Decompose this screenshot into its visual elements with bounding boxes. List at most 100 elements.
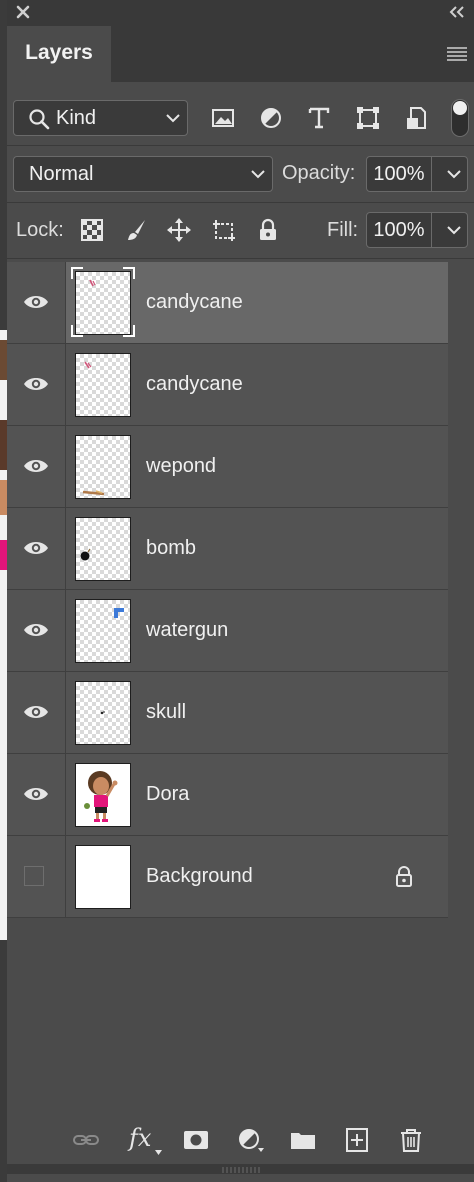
layer-name[interactable]: candycane bbox=[146, 373, 243, 396]
adjustment-filter-icon[interactable] bbox=[257, 104, 285, 132]
link-layers-icon[interactable] bbox=[72, 1127, 100, 1153]
layer-name[interactable]: skull bbox=[146, 701, 186, 724]
dropdown-caret-icon bbox=[155, 1150, 162, 1155]
canvas-edge bbox=[0, 0, 7, 1182]
type-filter-icon[interactable] bbox=[305, 104, 333, 132]
layer-row[interactable]: candycane bbox=[7, 262, 448, 344]
fill-field[interactable]: 100% bbox=[366, 212, 468, 248]
thumbnail-art bbox=[82, 490, 105, 496]
layer-row[interactable]: skull bbox=[7, 672, 448, 754]
chevron-down-icon[interactable] bbox=[446, 169, 462, 179]
visibility-cell bbox=[7, 508, 66, 589]
lock-icon[interactable] bbox=[394, 866, 414, 888]
search-icon bbox=[29, 109, 50, 130]
lock-all-icon[interactable] bbox=[255, 217, 281, 243]
filter-toggle-knob bbox=[453, 101, 467, 115]
layer-row[interactable]: Background bbox=[7, 836, 448, 918]
layer-thumbnail bbox=[75, 599, 131, 663]
filter-toggle-icon[interactable] bbox=[451, 99, 469, 137]
layers-panel: Layers Kind Normal Opacity: 100% Lock: F… bbox=[7, 0, 474, 1182]
kind-filter-label: Kind bbox=[56, 107, 97, 129]
layer-name[interactable]: Background bbox=[146, 865, 253, 888]
add-mask-icon[interactable] bbox=[182, 1127, 210, 1153]
layer-thumbnail bbox=[75, 271, 131, 335]
thumbnail-art bbox=[80, 548, 91, 561]
layer-row[interactable]: bomb bbox=[7, 508, 448, 590]
lock-label: Lock: bbox=[16, 219, 64, 241]
layer-thumbnail bbox=[75, 763, 131, 827]
layers-list-empty-area bbox=[7, 920, 448, 1122]
layer-row[interactable]: wepond bbox=[7, 426, 448, 508]
list-scroll-gutter bbox=[448, 262, 474, 1122]
fx-label: fx bbox=[129, 1124, 152, 1152]
thumbnail-art bbox=[89, 279, 96, 287]
thumbnail-art bbox=[84, 361, 92, 369]
smart-object-filter-icon[interactable] bbox=[403, 104, 431, 132]
layer-name[interactable]: Dora bbox=[146, 783, 189, 806]
fill-value[interactable]: 100% bbox=[367, 213, 432, 247]
thumbnail-art bbox=[76, 764, 130, 826]
layer-row[interactable]: Dora bbox=[7, 754, 448, 836]
panel-menu-icon[interactable] bbox=[446, 46, 468, 62]
layer-name[interactable]: bomb bbox=[146, 537, 196, 560]
visibility-cell bbox=[7, 754, 66, 835]
layer-name[interactable]: watergun bbox=[146, 619, 228, 642]
panel-tab-row: Layers bbox=[7, 26, 474, 82]
double-chevron-left-icon[interactable] bbox=[448, 5, 466, 19]
eye-icon[interactable] bbox=[23, 785, 49, 803]
visibility-cell bbox=[7, 836, 66, 917]
visibility-cell bbox=[7, 344, 66, 425]
new-layer-icon[interactable] bbox=[343, 1127, 371, 1153]
layer-style-icon[interactable]: fx bbox=[129, 1124, 163, 1158]
chevron-down-icon bbox=[166, 114, 180, 123]
eye-icon[interactable] bbox=[23, 539, 49, 557]
thumbnail-art bbox=[100, 711, 105, 715]
layers-list: candycane candycane wepond bomb watergun… bbox=[7, 262, 448, 918]
lock-transparent-pixels-icon[interactable] bbox=[79, 217, 105, 243]
thumbnail-art bbox=[114, 608, 124, 618]
kind-filter-select[interactable]: Kind bbox=[13, 100, 188, 136]
divider bbox=[7, 202, 474, 203]
visibility-cell bbox=[7, 590, 66, 671]
layer-thumbnail bbox=[75, 353, 131, 417]
delete-layer-icon[interactable] bbox=[397, 1127, 425, 1153]
blend-mode-value: Normal bbox=[29, 163, 94, 185]
lock-artboard-icon[interactable] bbox=[211, 217, 237, 243]
layer-thumbnail bbox=[75, 845, 131, 909]
layer-thumbnail bbox=[75, 517, 131, 581]
image-filter-icon[interactable] bbox=[209, 104, 237, 132]
eye-icon[interactable] bbox=[23, 375, 49, 393]
layer-name[interactable]: wepond bbox=[146, 455, 216, 478]
layer-thumbnail bbox=[75, 681, 131, 745]
layer-name[interactable]: candycane bbox=[146, 291, 243, 314]
chevron-down-icon[interactable] bbox=[446, 225, 462, 235]
lock-position-icon[interactable] bbox=[166, 217, 192, 243]
layer-row[interactable]: candycane bbox=[7, 344, 448, 426]
new-group-icon[interactable] bbox=[289, 1127, 317, 1153]
visibility-cell bbox=[7, 672, 66, 753]
eye-icon[interactable] bbox=[23, 457, 49, 475]
panel-title-bar bbox=[7, 0, 474, 26]
divider bbox=[7, 258, 474, 259]
tab-layers[interactable]: Layers bbox=[7, 26, 111, 82]
shape-filter-icon[interactable] bbox=[354, 104, 382, 132]
blend-mode-select[interactable]: Normal bbox=[13, 156, 273, 192]
chevron-down-icon bbox=[251, 170, 265, 179]
layer-thumbnail bbox=[75, 435, 131, 499]
opacity-field[interactable]: 100% bbox=[366, 156, 468, 192]
lock-image-pixels-icon[interactable] bbox=[123, 217, 149, 243]
resize-grip-icon[interactable] bbox=[221, 1166, 261, 1174]
eye-icon[interactable] bbox=[23, 621, 49, 639]
fill-label: Fill: bbox=[327, 219, 359, 241]
eye-icon[interactable] bbox=[23, 293, 49, 311]
eye-icon[interactable] bbox=[23, 703, 49, 721]
canvas-artwork-sliver bbox=[0, 330, 7, 940]
opacity-label: Opacity: bbox=[282, 162, 356, 184]
visibility-toggle-empty[interactable] bbox=[24, 866, 44, 886]
opacity-value[interactable]: 100% bbox=[367, 157, 432, 191]
layer-row[interactable]: watergun bbox=[7, 590, 448, 672]
visibility-cell bbox=[7, 262, 66, 343]
close-icon[interactable] bbox=[15, 4, 31, 20]
new-adjustment-layer-icon[interactable] bbox=[236, 1127, 264, 1153]
visibility-cell bbox=[7, 426, 66, 507]
